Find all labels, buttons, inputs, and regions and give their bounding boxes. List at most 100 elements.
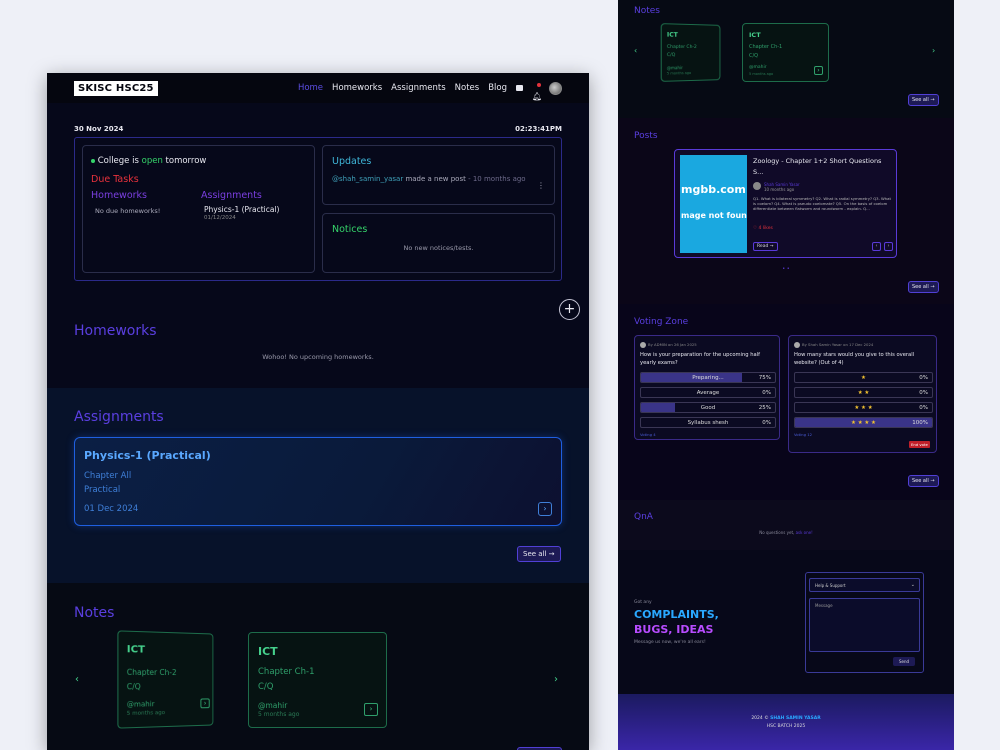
open-note-button[interactable]: ›	[200, 698, 210, 709]
assignment-date: 01 Dec 2024	[84, 504, 139, 514]
post-title[interactable]: Zoology - Chapter 1+2 Short Questions S.…	[753, 156, 893, 178]
notes-section-small: Notes ‹ › ICT Chapter Ch-2 C/Q @mahir 5 …	[618, 0, 954, 118]
send-button[interactable]: Send	[893, 657, 916, 666]
note-time: 5 months ago	[258, 711, 300, 718]
site-logo[interactable]: SKISC HSC25	[74, 80, 158, 96]
nav-home[interactable]: Home	[298, 83, 323, 93]
poll-option-percent: 0%	[919, 390, 928, 396]
poll-option-percent: 0%	[762, 390, 771, 396]
voting-see-all-button[interactable]: See all →	[908, 475, 939, 487]
note-time: 5 months ago	[126, 710, 165, 718]
read-post-button[interactable]: Read →	[753, 242, 778, 251]
notes-next-icon[interactable]: ›	[932, 46, 935, 55]
poll-option-label: Good	[700, 405, 716, 411]
due-assignment-date: 01/12/2024	[204, 215, 236, 221]
notes-next-icon[interactable]: ›	[554, 674, 558, 685]
nav-homeworks[interactable]: Homeworks	[332, 83, 382, 93]
note-chapter: Chapter Ch-1	[258, 667, 315, 677]
poll-author: By Shah Samin Yasar on 17 Dec 2024	[802, 342, 874, 347]
poll-option[interactable]: ★ ★ ★ ★ 100%	[794, 417, 933, 428]
end-vote-button[interactable]: End vote	[909, 441, 930, 448]
current-date: 30 Nov 2024	[74, 125, 124, 133]
bell-icon[interactable]: 🔔︎	[532, 83, 542, 101]
poll-option-percent: 0%	[919, 405, 928, 411]
poll-vote-count: Voting 12	[794, 432, 813, 437]
due-homeworks-label: Homeworks	[91, 190, 147, 201]
open-assignment-button[interactable]: ›	[538, 502, 552, 516]
complaints-line2: BUGS, IDEAS	[634, 623, 714, 636]
poll-option[interactable]: ★ ★ 0%	[794, 387, 933, 398]
next-post-icon[interactable]: ›	[884, 242, 893, 251]
poll-option-percent: 100%	[912, 420, 928, 426]
note-card[interactable]: ICT Chapter Ch-2 C/Q @mahir 5 months ago…	[117, 630, 214, 729]
poll-option-percent: 0%	[762, 420, 771, 426]
poll-question: How many stars would you give to this ov…	[794, 352, 915, 366]
poll-option[interactable]: ★ ★ ★ 0%	[794, 402, 933, 413]
poll-option[interactable]: Preparing... 75%	[640, 372, 776, 383]
open-note-button[interactable]: ›	[364, 703, 378, 716]
poll-option[interactable]: Average 0%	[640, 387, 776, 398]
poll-option-percent: 25%	[758, 405, 771, 411]
navbar: SKISC HSC25 Home Homeworks Assignments N…	[47, 73, 589, 103]
qna-heading: QnA	[634, 512, 653, 522]
homeworks-heading: Homeworks	[74, 323, 157, 339]
more-options-icon[interactable]: ⋮	[537, 181, 545, 190]
add-button[interactable]: +	[559, 299, 580, 320]
qna-section: QnA No questions yet, ask one!	[618, 500, 954, 550]
ask-question-link[interactable]: ask one!	[796, 530, 813, 535]
assignment-card[interactable]: Physics-1 (Practical) Chapter All Practi…	[74, 437, 562, 526]
college-status: College is open tomorrow	[91, 156, 206, 166]
posts-heading: Posts	[634, 131, 658, 141]
poll-option[interactable]: Good 25%	[640, 402, 776, 413]
category-select[interactable]: Help & Support ⌄	[809, 578, 920, 592]
poll-option-label: ★ ★ ★	[854, 405, 873, 411]
voting-heading: Voting Zone	[634, 317, 689, 327]
inbox-icon[interactable]	[516, 85, 523, 91]
poll-option-label: Syllabus shesh	[687, 420, 729, 426]
note-author: @mahir	[258, 701, 288, 710]
post-likes[interactable]: ♡ 4 likes	[753, 226, 773, 231]
update-item[interactable]: @shah_samin_yasar made a new post - 10 m…	[332, 175, 526, 183]
qna-empty: No questions yet, ask one!	[759, 530, 813, 535]
due-assignment-name[interactable]: Physics-1 (Practical)	[204, 205, 279, 214]
nav-blog[interactable]: Blog	[488, 83, 507, 93]
posts-see-all-button[interactable]: See all →	[908, 281, 939, 293]
assignment-chapter: Chapter All	[84, 471, 132, 481]
dashboard: College is open tomorrow Due Tasks Homew…	[74, 137, 562, 281]
post-card[interactable]: mgbb.com mage not found Zoology - Chapte…	[674, 149, 897, 258]
note-chapter: Chapter Ch-2	[126, 667, 177, 678]
notes-prev-icon[interactable]: ‹	[634, 46, 637, 55]
poll-option[interactable]: Syllabus shesh 0%	[640, 417, 776, 428]
notices-empty: No new notices/tests.	[403, 244, 474, 252]
note-author: @mahir	[126, 700, 155, 709]
updates-panel: Updates @shah_samin_yasar made a new pos…	[322, 145, 555, 205]
notes-prev-icon[interactable]: ‹	[75, 674, 79, 685]
poll-option[interactable]: ★ 0%	[794, 372, 933, 383]
nav-notes[interactable]: Notes	[455, 83, 480, 93]
complaints-small: Got any	[634, 600, 652, 605]
note-card[interactable]: ICT Chapter Ch-1 C/Q @mahir 5 months ago…	[742, 23, 829, 82]
main-page: SKISC HSC25 Home Homeworks Assignments N…	[47, 73, 589, 750]
note-card[interactable]: ICT Chapter Ch-1 C/Q @mahir 5 months ago…	[248, 632, 387, 728]
avatar[interactable]	[549, 81, 562, 95]
voting-section: Voting Zone By ADMIN on 26 Jan 2025 How …	[618, 304, 954, 500]
message-textarea[interactable]: Message	[809, 598, 920, 652]
footer-batch: HSC BATCH 2025	[766, 724, 806, 729]
note-card[interactable]: ICT Chapter Ch-2 C/Q @mahir 5 months ago	[660, 23, 721, 82]
post-excerpt: Q1. What is bilateral symmetry? Q2. What…	[753, 196, 891, 212]
post-time: 10 months ago	[764, 187, 795, 192]
notes-see-all-button[interactable]: See all →	[908, 94, 939, 106]
assignment-name: Physics-1 (Practical)	[84, 449, 211, 462]
footer-copyright: 2024 © SHAH SAMIN YASAR	[751, 716, 821, 721]
homeworks-empty: Wohoo! No upcoming homeworks.	[262, 353, 374, 361]
nav-assignments[interactable]: Assignments	[391, 83, 445, 93]
chevron-down-icon: ⌄	[910, 582, 915, 588]
notes-section: Notes ‹ › ICT Chapter Ch-2 C/Q @mahir 5 …	[47, 583, 589, 750]
poll-option-percent: 0%	[919, 375, 928, 381]
posts-section: Posts mgbb.com mage not found Zoology - …	[618, 118, 954, 304]
complaints-section: Got any COMPLAINTS, BUGS, IDEAS Message …	[618, 550, 954, 694]
prev-post-icon[interactable]: ‹	[872, 242, 881, 251]
due-assignments-label: Assignments	[201, 190, 262, 201]
poll-option-label: Preparing...	[692, 375, 724, 381]
assignments-see-all-button[interactable]: See all →	[517, 546, 561, 562]
